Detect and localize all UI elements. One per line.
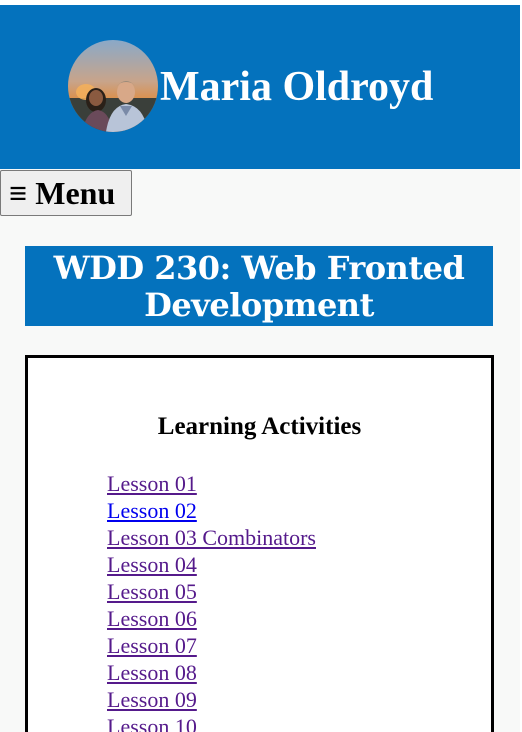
- site-title: Maria Oldroyd: [160, 64, 434, 110]
- list-item: Lesson 01: [107, 470, 316, 497]
- site-header: Maria Oldroyd: [0, 5, 520, 169]
- learning-activities-heading: Learning Activities: [157, 413, 362, 440]
- lesson-list: Lesson 01 Lesson 02 Lesson 03 Combinator…: [107, 470, 316, 732]
- list-item: Lesson 09: [107, 686, 316, 713]
- course-banner: WDD 230: Web Fronted Development: [25, 246, 493, 326]
- lesson-05-link[interactable]: Lesson 05: [107, 579, 197, 604]
- lesson-04-link[interactable]: Lesson 04: [107, 552, 197, 577]
- lesson-07-link[interactable]: Lesson 07: [107, 633, 197, 658]
- list-item: Lesson 03 Combinators: [107, 524, 316, 551]
- lesson-01-link[interactable]: Lesson 01: [107, 471, 197, 496]
- list-item: Lesson 02: [107, 497, 316, 524]
- menu-button[interactable]: ≡ Menu: [0, 170, 132, 216]
- lesson-02-link[interactable]: Lesson 02: [107, 498, 197, 523]
- list-item: Lesson 10: [107, 713, 316, 732]
- lesson-06-link[interactable]: Lesson 06: [107, 606, 197, 631]
- list-item: Lesson 05: [107, 578, 316, 605]
- profile-photo-icon: [68, 40, 158, 132]
- lesson-09-link[interactable]: Lesson 09: [107, 687, 197, 712]
- learning-activities-card: Learning Activities Lesson 01 Lesson 02 …: [25, 355, 494, 732]
- lesson-03-link[interactable]: Lesson 03 Combinators: [107, 525, 316, 550]
- page: Maria Oldroyd ≡ Menu WDD 230: Web Fronte…: [0, 0, 522, 732]
- list-item: Lesson 06: [107, 605, 316, 632]
- course-title: WDD 230: Web Fronted Development: [53, 249, 465, 324]
- list-item: Lesson 07: [107, 632, 316, 659]
- list-item: Lesson 08: [107, 659, 316, 686]
- list-item: Lesson 04: [107, 551, 316, 578]
- lesson-10-link[interactable]: Lesson 10: [107, 714, 197, 732]
- lesson-08-link[interactable]: Lesson 08: [107, 660, 197, 685]
